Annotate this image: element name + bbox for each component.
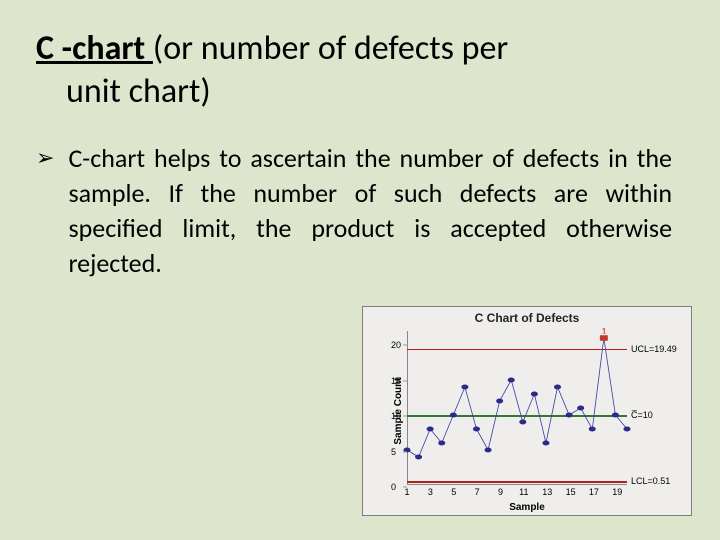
- y-tick-label: 5: [391, 447, 396, 457]
- x-tick-label: 7: [475, 487, 480, 497]
- y-tick-label: 10: [391, 411, 401, 421]
- x-tick-label: 1: [404, 487, 409, 497]
- x-tick-label: 11: [519, 487, 528, 497]
- ucl-label: UCL=19.49: [627, 344, 677, 354]
- y-tick-label: 0: [391, 482, 396, 492]
- x-tick-label: 17: [589, 487, 599, 497]
- x-tick-label: 9: [498, 487, 503, 497]
- y-tick-label: 15: [391, 376, 401, 386]
- x-tick-label: 13: [542, 487, 552, 497]
- title-keyword: C -chart: [36, 28, 153, 69]
- bullet-text: C-chart helps to ascertain the number of…: [68, 141, 672, 281]
- bullet-item: ➢ C-chart helps to ascertain the number …: [36, 141, 684, 281]
- svg-text:1: 1: [601, 326, 607, 336]
- data-series: 1: [407, 331, 627, 485]
- y-tick-mark: [403, 416, 407, 417]
- x-tick-label: 5: [451, 487, 456, 497]
- x-tick-label: 3: [428, 487, 433, 497]
- x-tick-label: 15: [566, 487, 576, 497]
- x-tick-label: 19: [612, 487, 622, 497]
- y-tick-mark: [403, 451, 407, 452]
- title-line2: unit chart): [36, 71, 211, 114]
- plot-area: UCL=19.49C̅=10LCL=0.511: [407, 331, 627, 485]
- slide: C -chart (or number of defects per unit …: [0, 0, 720, 540]
- title-line1: (or number of defects per: [153, 28, 508, 69]
- bullet-marker-icon: ➢: [36, 141, 54, 174]
- y-tick-label: 20: [391, 340, 401, 350]
- slide-title: C -chart (or number of defects per unit …: [36, 28, 684, 113]
- chart-title: C Chart of Defects: [363, 307, 691, 327]
- x-axis-label: Sample: [363, 502, 691, 513]
- c-chart: C Chart of Defects Sample Count Sample U…: [362, 306, 692, 516]
- lcl-label: LCL=0.51: [627, 476, 670, 486]
- cl-label: C̅=10: [627, 410, 653, 420]
- y-tick-mark: [403, 380, 407, 381]
- y-tick-mark: [403, 345, 407, 346]
